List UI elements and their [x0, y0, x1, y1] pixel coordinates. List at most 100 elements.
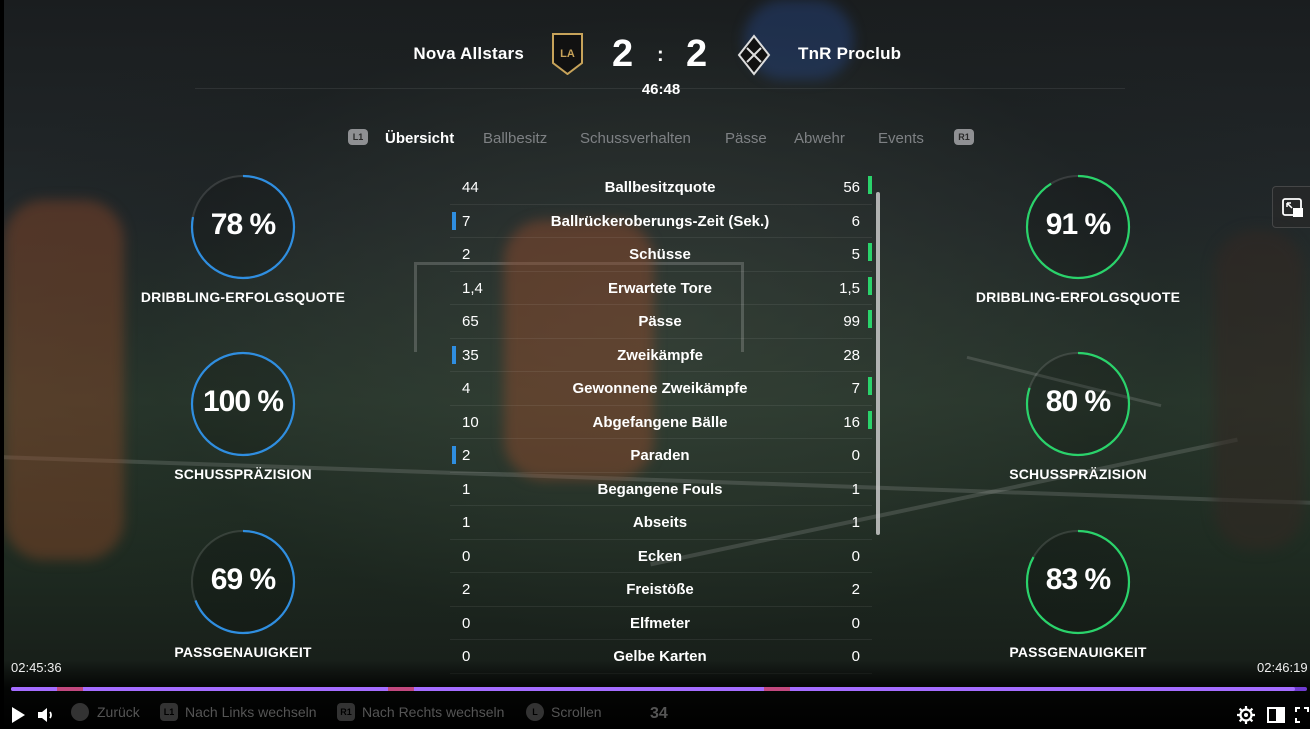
- away-score: 2: [686, 33, 708, 75]
- stat-name: Begangene Fouls: [597, 480, 723, 498]
- stat-home-value: 1,4: [462, 279, 483, 297]
- stat-row: 1 Abseits 1: [450, 506, 872, 540]
- player-silhouette: [1214, 230, 1304, 550]
- stat-row: 1 Begangene Fouls 1: [450, 473, 872, 506]
- stat-home-value: 10: [462, 413, 479, 431]
- stat-name: Ballrückeroberungs-Zeit (Sek.): [550, 212, 770, 230]
- stats-table: 44 Ballbesitzquote 56 7 Ballrückeroberungs-Z…: [450, 171, 872, 674]
- home-team-name: Nova Allstars: [413, 44, 524, 63]
- chapter-marker: [764, 687, 790, 691]
- away-leader-bar: [868, 310, 872, 328]
- home-team-crest-icon: LA: [552, 33, 583, 75]
- stat-home-value: 44: [462, 179, 479, 196]
- stat-row: 0 Ecken 0: [450, 540, 872, 573]
- picture-in-picture-button[interactable]: [1272, 186, 1310, 228]
- seek-bar-progress: [11, 687, 1296, 691]
- away-leader-bar: [868, 176, 872, 194]
- stat-row: 10 Abgefangene Bälle 16: [450, 406, 872, 439]
- fullscreen-icon[interactable]: [1294, 705, 1310, 725]
- hint-scroll: Scrollen: [551, 704, 602, 720]
- current-time: 02:45:36: [11, 660, 62, 675]
- chapter-marker: [388, 687, 414, 691]
- stat-home-value: 0: [462, 614, 471, 632]
- player-silhouette: [4, 200, 124, 560]
- l1-button-icon[interactable]: L1: [348, 129, 368, 145]
- away-gauge-2: 83 %: [1025, 529, 1131, 635]
- stats-tab-bar: L1 Übersicht Ballbesitz Schussverhalten …: [0, 128, 1310, 152]
- stat-away-value: 16: [843, 413, 860, 431]
- away-gauge-value: 83 %: [1045, 563, 1111, 596]
- stat-name: Ecken: [637, 547, 683, 565]
- stat-row: 4 Gewonnene Zweikämpfe 7: [450, 372, 872, 406]
- picture-in-picture-icon: [1282, 198, 1303, 217]
- away-leader-bar: [868, 410, 872, 429]
- stat-row: 65 Pässe 99: [450, 305, 872, 339]
- stat-away-value: 28: [843, 346, 860, 364]
- stat-away-value: 1: [851, 480, 860, 498]
- tab-paesse[interactable]: Pässe: [725, 130, 767, 147]
- home-gauge-label: PASSGENAUIGKEIT: [174, 644, 312, 660]
- counter: 34: [650, 705, 668, 722]
- away-gauge-label: DRIBBLING-ERFOLGSQUOTE: [975, 289, 1181, 305]
- stat-name: Pässe: [638, 313, 682, 330]
- stat-away-value: 0: [851, 447, 860, 464]
- away-leader-bar: [868, 276, 872, 295]
- stat-name: Freistöße: [626, 581, 694, 598]
- hint-switch-right: Nach Rechts wechseln: [362, 704, 505, 720]
- stat-away-value: 99: [843, 313, 860, 330]
- tab-uebersicht[interactable]: Übersicht: [385, 130, 454, 147]
- away-gauge-value: 91 %: [1045, 208, 1111, 241]
- away-gauge-label: PASSGENAUIGKEIT: [1009, 644, 1147, 660]
- divider: [195, 88, 1125, 89]
- home-leader-bar: [452, 446, 456, 464]
- away-team-name: TnR Proclub: [798, 44, 902, 63]
- l1-hint-icon: L1: [160, 703, 178, 721]
- tab-ballbesitz[interactable]: Ballbesitz: [483, 130, 547, 147]
- tab-schussverhalten[interactable]: Schussverhalten: [580, 130, 691, 147]
- play-icon[interactable]: [8, 705, 28, 725]
- stat-row: 2 Schüsse 5: [450, 238, 872, 272]
- stat-away-value: 7: [851, 380, 860, 397]
- match-clock: 46:48: [641, 81, 681, 98]
- stat-home-value: 65: [462, 313, 479, 330]
- hint-back: Zurück: [97, 704, 140, 720]
- stat-row: 0 Elfmeter 0: [450, 607, 872, 640]
- score-separator: :: [657, 44, 664, 66]
- stat-row: 2 Paraden 0: [450, 439, 872, 473]
- home-score: 2: [612, 33, 634, 75]
- stat-away-value: 6: [851, 212, 860, 230]
- tab-abwehr[interactable]: Abwehr: [794, 130, 845, 147]
- stat-home-value: 0: [462, 547, 471, 565]
- home-gauge-value: 69 %: [210, 563, 276, 596]
- tab-events[interactable]: Events: [878, 130, 924, 147]
- stat-name: Erwartete Tore: [608, 279, 712, 297]
- stat-name: Paraden: [630, 447, 690, 464]
- hint-switch-left: Nach Links wechseln: [185, 704, 317, 720]
- volume-icon[interactable]: [36, 705, 56, 725]
- settings-icon[interactable]: [1236, 705, 1256, 725]
- home-gauge-0: 78 %: [190, 174, 296, 280]
- home-gauge-1: 100 %: [190, 351, 296, 457]
- away-gauge-0: 91 %: [1025, 174, 1131, 280]
- stat-away-value: 2: [851, 581, 860, 598]
- r1-button-icon[interactable]: R1: [954, 129, 974, 145]
- stat-home-value: 2: [462, 246, 471, 263]
- stat-away-value: 56: [843, 179, 860, 196]
- stat-name: Abseits: [632, 514, 688, 531]
- away-gauge-value: 80 %: [1045, 385, 1111, 418]
- away-leader-bar: [868, 377, 872, 395]
- stat-home-value: 1: [462, 514, 471, 531]
- stat-away-value: 5: [851, 246, 860, 263]
- stat-home-value: 4: [462, 380, 471, 397]
- theater-mode-icon[interactable]: [1266, 705, 1286, 725]
- stat-name: Schüsse: [629, 246, 691, 263]
- stat-name: Elfmeter: [629, 614, 691, 632]
- end-time: 02:46:19: [1257, 660, 1308, 675]
- stats-scrollbar[interactable]: [876, 192, 880, 535]
- stat-away-value: 0: [851, 614, 860, 632]
- stat-home-value: 2: [462, 447, 471, 464]
- stat-row: 7 Ballrückeroberungs-Zeit (Sek.) 6: [450, 205, 872, 238]
- away-leader-bar: [868, 243, 872, 261]
- stat-name: Abgefangene Bälle: [592, 413, 728, 431]
- svg-text:LA: LA: [560, 48, 575, 60]
